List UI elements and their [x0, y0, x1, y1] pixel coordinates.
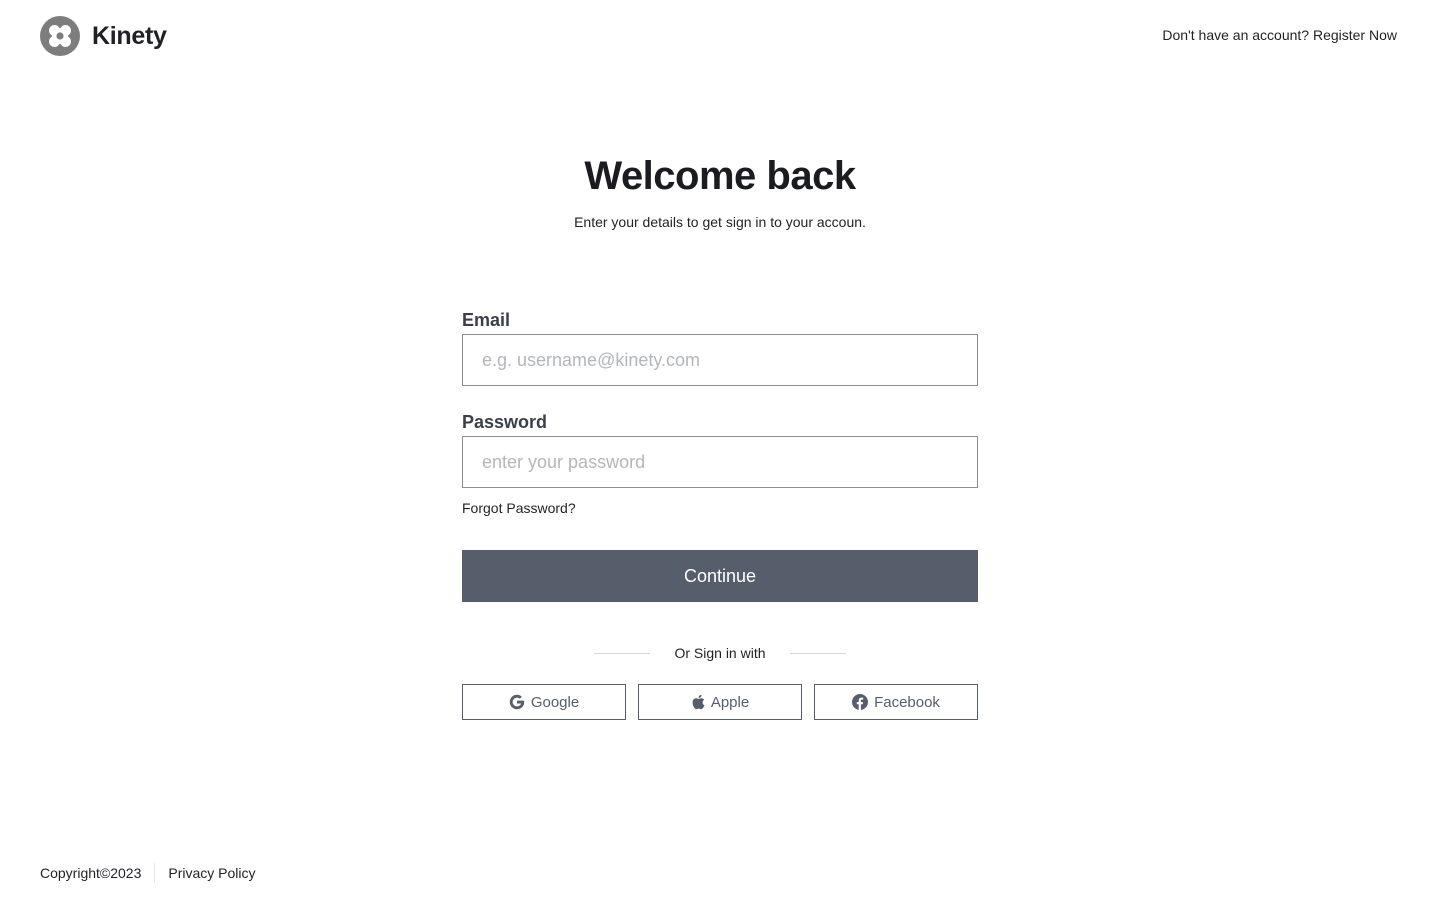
register-link[interactable]: Don't have an account? Register Now — [1162, 27, 1397, 43]
login-form: Email Password Forgot Password? — [462, 308, 978, 518]
divider-line-left — [594, 652, 651, 654]
google-icon — [509, 694, 525, 710]
brand-name: Kinety — [92, 21, 167, 50]
apple-label: Apple — [710, 693, 750, 711]
continue-button[interactable]: Continue — [462, 550, 978, 602]
header: Kinety Don't have an account? Register N… — [0, 0, 1440, 72]
page-subtitle: Enter your details to get sign in to you… — [574, 214, 866, 230]
password-field[interactable] — [462, 436, 978, 488]
privacy-policy-link[interactable]: Privacy Policy — [168, 865, 255, 881]
page-title: Welcome back — [584, 154, 856, 198]
social-buttons: Google Apple Facebook — [462, 684, 978, 720]
google-signin-button[interactable]: Google — [462, 684, 626, 720]
facebook-label: Facebook — [874, 693, 940, 711]
footer-divider — [154, 863, 156, 883]
divider-text: Or Sign in with — [674, 645, 766, 661]
email-label: Email — [462, 310, 511, 330]
google-label: Google — [530, 693, 580, 711]
apple-icon — [691, 694, 705, 710]
divider-line-right — [789, 652, 846, 654]
password-label: Password — [462, 412, 548, 432]
email-field[interactable] — [462, 334, 978, 386]
register-prompt: Don't have an account? Register Now — [1162, 27, 1397, 43]
brand[interactable]: Kinety — [40, 16, 167, 56]
social-divider: Or Sign in with — [462, 642, 978, 664]
facebook-signin-button[interactable]: Facebook — [814, 684, 978, 720]
flower-logo-icon — [40, 16, 80, 56]
forgot-password-link[interactable]: Forgot Password? — [462, 500, 576, 516]
footer: Copyright©2023 Privacy Policy — [40, 862, 256, 884]
apple-signin-button[interactable]: Apple — [638, 684, 802, 720]
copyright-text: Copyright©2023 — [40, 865, 142, 881]
facebook-icon — [852, 694, 869, 710]
